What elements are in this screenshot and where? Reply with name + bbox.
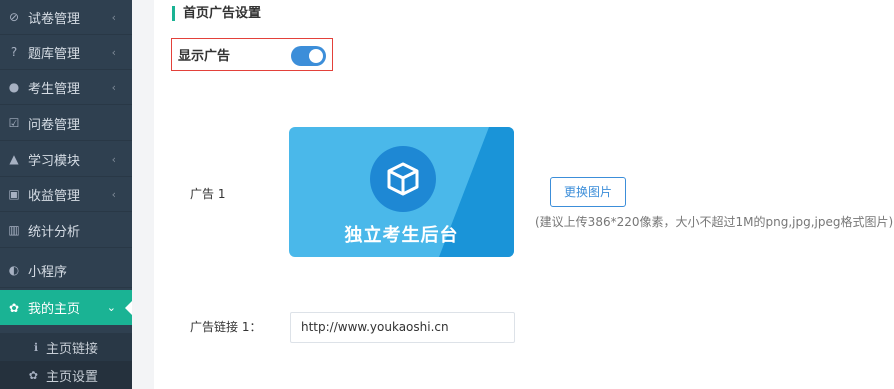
ad-image: 独立考生后台 [289, 127, 514, 257]
sidebar-item-learning[interactable]: ▲ 学习模块 ‹ [0, 142, 132, 177]
check-circle-icon: ⊘ [8, 10, 20, 24]
show-ad-row: 显示广告 [171, 38, 333, 71]
ad-link-1-label: 广告链接 1： [190, 320, 262, 334]
sidebar-subitem-label: 主页设置 [46, 369, 99, 385]
ad-image-caption: 独立考生后台 [344, 225, 459, 246]
sidebar-item-survey[interactable]: ☑ 问卷管理 [0, 106, 132, 141]
show-ad-toggle[interactable] [291, 46, 326, 66]
sidebar-item-label: 收益管理 [28, 188, 81, 204]
sidebar: ⊘ 试卷管理 ‹ ? 题库管理 ‹ ● 考生管理 ‹ ☑ 问卷管理 ▲ 学习模块… [0, 0, 132, 389]
content-gutter [132, 0, 154, 389]
sidebar-item-label: 问卷管理 [28, 117, 81, 133]
question-circle-icon: ? [10, 45, 18, 59]
toggle-knob [309, 49, 323, 63]
chevron-down-icon: ⌄ [106, 301, 116, 314]
section-title: 首页广告设置 [172, 6, 261, 21]
info-icon: ℹ [33, 340, 38, 354]
sidebar-item-candidates[interactable]: ● 考生管理 ‹ [0, 70, 132, 105]
sidebar-item-mini-program[interactable]: ◐ 小程序 [0, 253, 132, 288]
chevron-left-icon: ‹ [111, 187, 116, 201]
active-indicator [125, 301, 132, 315]
ad-link-1-input[interactable]: http://www.youkaoshi.cn [290, 312, 515, 343]
ad-1-label: 广告 1 [190, 187, 226, 201]
sidebar-item-question-bank[interactable]: ? 题库管理 ‹ [0, 35, 132, 70]
graduation-cap-icon: ▲ [9, 152, 19, 166]
main-panel: 首页广告设置 显示广告 广告 1 独立考生后台 更换图片 (建议上传386*22… [154, 0, 894, 389]
chevron-left-icon: ‹ [111, 80, 116, 94]
sidebar-item-label: 试卷管理 [28, 11, 81, 27]
cube-icon [370, 146, 436, 212]
sidebar-item-label: 考生管理 [28, 81, 81, 97]
user-icon: ● [8, 80, 20, 94]
wechat-icon: ◐ [8, 263, 20, 277]
checkbox-icon: ☑ [8, 116, 20, 130]
change-image-button[interactable]: 更换图片 [550, 177, 626, 207]
sidebar-item-revenue[interactable]: ▣ 收益管理 ‹ [0, 177, 132, 212]
leaf-icon: ✿ [28, 368, 38, 382]
chevron-left-icon: ‹ [111, 45, 116, 59]
sidebar-item-statistics[interactable]: ▥ 统计分析 [0, 213, 132, 248]
upload-hint: (建议上传386*220像素，大小不超过1M的png,jpg,jpeg格式图片) [535, 215, 894, 229]
sidebar-item-my-homepage[interactable]: ✿ 我的主页 ⌄ [0, 290, 132, 325]
sidebar-subitem-homepage-link[interactable]: ℹ 主页链接 [0, 333, 132, 361]
sidebar-item-label: 小程序 [28, 264, 68, 280]
sidebar-subitem-label: 主页链接 [46, 341, 99, 357]
sidebar-item-label: 统计分析 [28, 224, 81, 240]
sidebar-item-label: 题库管理 [28, 46, 81, 62]
money-icon: ▣ [8, 187, 20, 201]
sidebar-item-label: 我的主页 [28, 302, 81, 317]
show-ad-label: 显示广告 [178, 49, 231, 64]
sidebar-item-exam-management[interactable]: ⊘ 试卷管理 ‹ [0, 0, 132, 35]
chevron-left-icon: ‹ [111, 152, 116, 166]
sidebar-subitem-homepage-settings[interactable]: ✿ 主页设置 [0, 361, 132, 389]
chevron-left-icon: ‹ [111, 10, 116, 24]
bar-chart-icon: ▥ [8, 223, 20, 237]
leaf-icon: ✿ [8, 300, 20, 315]
sidebar-item-label: 学习模块 [28, 153, 81, 169]
